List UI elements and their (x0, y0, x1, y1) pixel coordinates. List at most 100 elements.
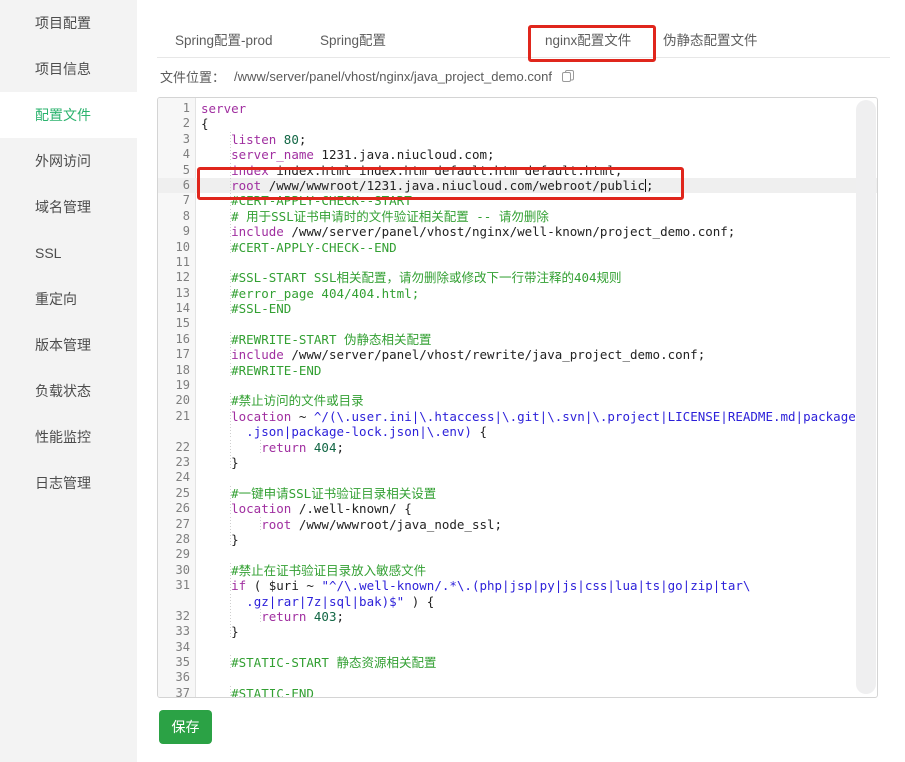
indent-guide (201, 594, 231, 609)
line-number: 2 (158, 116, 196, 131)
code-line[interactable]: 25 #一键申请SSL证书验证目录相关设置 (158, 486, 877, 501)
sidebar-item[interactable]: 版本管理 (0, 322, 137, 368)
code-text: #禁止在证书验证目录放入敏感文件 (196, 563, 426, 578)
code-editor[interactable]: 1server2{3 listen 80;4 server_name 1231.… (157, 97, 878, 698)
code-line[interactable]: 29 (158, 547, 877, 562)
code-line[interactable]: 28 } (158, 532, 877, 547)
code-line[interactable]: 26 location /.well-known/ { (158, 501, 877, 516)
line-number: 36 (158, 670, 196, 685)
code-line[interactable]: 20 #禁止访问的文件或目录 (158, 393, 877, 408)
sidebar-item[interactable]: 日志管理 (0, 460, 137, 506)
code-line[interactable]: 32 return 403; (158, 609, 877, 624)
code-line[interactable]: 19 (158, 378, 877, 393)
code-line[interactable]: 8 # 用于SSL证书申请时的文件验证相关配置 -- 请勿删除 (158, 209, 877, 224)
sidebar-item[interactable]: 外网访问 (0, 138, 137, 184)
code-line[interactable]: 10 #CERT-APPLY-CHECK--END (158, 240, 877, 255)
code-text: location /.well-known/ { (196, 501, 412, 516)
code-line[interactable]: 3 listen 80; (158, 132, 877, 147)
code-text: #STATIC-START 静态资源相关配置 (196, 655, 436, 670)
code-line[interactable]: 22 return 404; (158, 440, 877, 455)
code-text: server_name 1231.java.niucloud.com; (196, 147, 495, 162)
copy-icon[interactable] (561, 69, 575, 83)
code-line[interactable]: 18 #REWRITE-END (158, 363, 877, 378)
code-line[interactable]: 33 } (158, 624, 877, 639)
indent-guide (201, 609, 231, 624)
code-line[interactable]: 7 #CERT-APPLY-CHECK--START (158, 193, 877, 208)
code-line[interactable]: 6 root /www/wwwroot/1231.java.niucloud.c… (158, 178, 877, 193)
line-number: 12 (158, 270, 196, 285)
line-number: 28 (158, 532, 196, 547)
sidebar-item[interactable]: 域名管理 (0, 184, 137, 230)
code-text: } (196, 532, 239, 547)
sidebar-item[interactable]: 性能监控 (0, 414, 137, 460)
editor-scrollbar-thumb[interactable] (856, 100, 876, 694)
indent-guide (201, 163, 231, 178)
code-line[interactable]: 9 include /www/server/panel/vhost/nginx/… (158, 224, 877, 239)
code-line[interactable]: 34 (158, 640, 877, 655)
code-line[interactable]: 36 (158, 670, 877, 685)
line-number: 19 (158, 378, 196, 393)
indent-guide (201, 224, 231, 239)
code-text: .json|package-lock.json|\.env) { (196, 424, 487, 439)
code-text (196, 640, 201, 655)
code-line[interactable]: 1server (158, 101, 877, 116)
sidebar-item[interactable]: 重定向 (0, 276, 137, 322)
code-text: index index.html index.htm default.htm d… (196, 163, 622, 178)
code-text: .gz|rar|7z|sql|bak)$" ) { (196, 594, 434, 609)
line-number: 27 (158, 517, 196, 532)
code-line[interactable]: 16 #REWRITE-START 伪静态相关配置 (158, 332, 877, 347)
indent-guide (201, 624, 231, 639)
code-line[interactable]: 21 location ~ ^/(\.user.ini|\.htaccess|\… (158, 409, 877, 424)
code-line[interactable]: 15 (158, 316, 877, 331)
line-number: 3 (158, 132, 196, 147)
code-text: location ~ ^/(\.user.ini|\.htaccess|\.gi… (196, 409, 856, 424)
indent-guide (201, 301, 231, 316)
indent-guide (201, 409, 231, 424)
code-text: #REWRITE-END (196, 363, 321, 378)
code-line[interactable]: 13 #error_page 404/404.html; (158, 286, 877, 301)
code-line[interactable]: 17 include /www/server/panel/vhost/rewri… (158, 347, 877, 362)
code-text (196, 255, 201, 270)
code-line[interactable]: 24 (158, 470, 877, 485)
code-text: #一键申请SSL证书验证目录相关设置 (196, 486, 436, 501)
indent-guide (201, 178, 231, 193)
indent-guide (201, 286, 231, 301)
code-line[interactable]: 14 #SSL-END (158, 301, 877, 316)
code-line[interactable]: 35 #STATIC-START 静态资源相关配置 (158, 655, 877, 670)
code-line[interactable]: 27 root /www/wwwroot/java_node_ssl; (158, 517, 877, 532)
line-number: 17 (158, 347, 196, 362)
sidebar-item[interactable]: SSL (0, 230, 137, 276)
code-line[interactable]: 31 if ( $uri ~ "^/\.well-known/.*\.(php|… (158, 578, 877, 593)
indent-guide (201, 393, 231, 408)
code-line[interactable]: 30 #禁止在证书验证目录放入敏感文件 (158, 563, 877, 578)
indent-guide (201, 532, 231, 547)
line-number: 34 (158, 640, 196, 655)
code-line[interactable]: 23 } (158, 455, 877, 470)
tab[interactable]: Spring配置 (320, 29, 386, 49)
code-line[interactable]: 37 #STATIC-END (158, 686, 877, 698)
code-text: return 404; (196, 440, 344, 455)
code-line[interactable]: 4 server_name 1231.java.niucloud.com; (158, 147, 877, 162)
indent-guide (201, 193, 231, 208)
sidebar-item[interactable]: 项目配置 (0, 0, 137, 46)
code-line[interactable]: .gz|rar|7z|sql|bak)$" ) { (158, 594, 877, 609)
code-line[interactable]: 5 index index.html index.htm default.htm… (158, 163, 877, 178)
indent-guide (231, 517, 261, 532)
line-number: 37 (158, 686, 196, 698)
code-line[interactable]: 12 #SSL-START SSL相关配置，请勿删除或修改下一行带注释的404规… (158, 270, 877, 285)
line-number: 21 (158, 409, 196, 424)
code-line[interactable]: 2{ (158, 116, 877, 131)
code-text (196, 378, 201, 393)
sidebar-item[interactable]: 项目信息 (0, 46, 137, 92)
tab[interactable]: 伪静态配置文件 (663, 29, 758, 49)
line-number: 35 (158, 655, 196, 670)
save-button[interactable]: 保存 (159, 710, 212, 744)
sidebar-item[interactable]: 负载状态 (0, 368, 137, 414)
code-line[interactable]: .json|package-lock.json|\.env) { (158, 424, 877, 439)
indent-guide (201, 347, 231, 362)
tab[interactable]: nginx配置文件 (545, 29, 631, 49)
code-text: root /www/wwwroot/1231.java.niucloud.com… (196, 178, 654, 193)
code-line[interactable]: 11 (158, 255, 877, 270)
sidebar-item[interactable]: 配置文件 (0, 92, 137, 138)
tab[interactable]: Spring配置-prod (175, 29, 273, 49)
